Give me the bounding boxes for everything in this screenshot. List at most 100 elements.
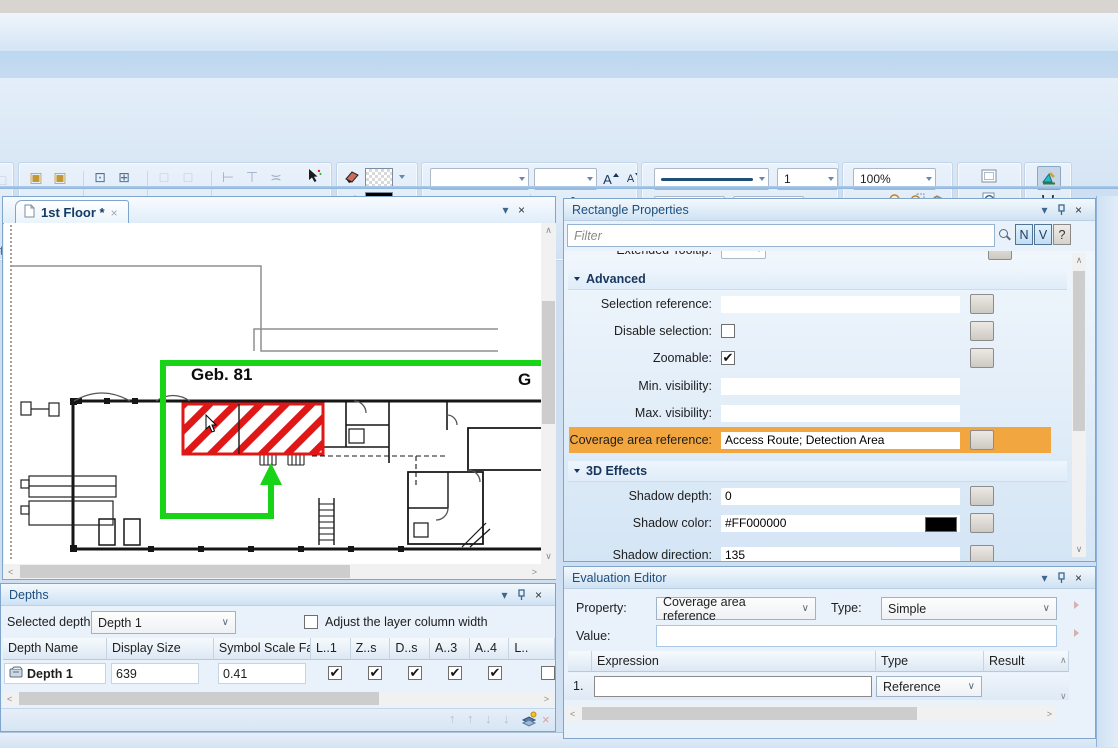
eval-scroll-right-icon[interactable]: > [1047, 709, 1052, 719]
layer-check-3[interactable]: ✔ [408, 666, 422, 680]
evaluation-close-icon[interactable]: × [1070, 570, 1087, 585]
depths-close-icon[interactable]: × [530, 587, 547, 602]
clipped-property-combo[interactable] [721, 251, 766, 259]
properties-search-icon[interactable] [999, 229, 1011, 241]
depths-hscroll-thumb[interactable] [19, 692, 379, 705]
disable-selection-eval-button[interactable] [970, 321, 994, 341]
properties-filter-input[interactable] [567, 224, 995, 247]
move-top-icon[interactable]: ↑ [449, 711, 456, 726]
col-a3[interactable]: A..3 [430, 638, 470, 660]
add-depth-icon[interactable] [521, 711, 538, 730]
canvas-scroll-left-icon[interactable]: < [8, 567, 13, 577]
properties-menu-icon[interactable]: ▾ [1036, 202, 1053, 217]
align-left-icon[interactable]: ⊢ [219, 168, 237, 186]
col-display-size[interactable]: Display Size [107, 638, 214, 660]
canvas-hscrollbar[interactable]: < > [4, 564, 541, 579]
max-visibility-input[interactable] [721, 405, 960, 422]
adjust-layer-width-checkbox[interactable]: ✔ [304, 615, 318, 629]
eval-col-result[interactable]: Result [984, 651, 1069, 672]
eval-grid-scroll-down-icon[interactable]: ∨ [1060, 691, 1067, 702]
shadow-color-swatch[interactable] [925, 517, 957, 532]
selected-depth-combo[interactable]: Depth 1∨ [91, 611, 236, 634]
shadow-depth-eval-button[interactable] [970, 486, 994, 506]
red-hatched-area[interactable] [183, 404, 323, 454]
eval-hscroll-thumb[interactable] [582, 707, 917, 720]
col-l2[interactable]: L.. [509, 638, 555, 660]
layer-check-1[interactable]: ✔ [328, 666, 342, 680]
properties-vscroll-thumb[interactable] [1073, 271, 1085, 431]
eval-expression-row[interactable]: 1. Reference∨ [564, 673, 1069, 700]
floor-plan-svg[interactable]: Geb. 81 G [4, 223, 541, 564]
shadow-direction-input[interactable] [721, 547, 960, 562]
eval-type-combo[interactable]: Simple∨ [881, 597, 1057, 620]
select-all-icon[interactable]: ⊡ [91, 168, 109, 186]
coverage-area-input[interactable] [721, 432, 960, 449]
col-a4[interactable]: A..4 [470, 638, 510, 660]
canvas-hscroll-thumb[interactable] [20, 565, 350, 578]
tab-list-dropdown-icon[interactable]: ▾ [497, 202, 514, 217]
selection-reference-eval-button[interactable] [970, 294, 994, 314]
col-l1[interactable]: L..1 [311, 638, 351, 660]
col-zs[interactable]: Z..s [351, 638, 391, 660]
depth-name-cell[interactable]: Depth 1 [4, 663, 106, 684]
properties-n-button[interactable]: N [1015, 224, 1033, 245]
eval-col-expression[interactable]: Expression [592, 651, 876, 672]
col-ds[interactable]: D..s [390, 638, 430, 660]
tab-close-icon[interactable]: × [111, 206, 118, 220]
drawing-canvas[interactable]: Geb. 81 G ∧ ∨ < > [4, 223, 556, 579]
properties-scroll-down-icon[interactable]: ∨ [1072, 544, 1086, 555]
canvas-vscroll-thumb[interactable] [542, 301, 555, 424]
properties-v-button[interactable]: V [1034, 224, 1052, 245]
pointer-mode-icon[interactable] [305, 167, 323, 188]
ungroup-icon[interactable]: □ [179, 168, 197, 186]
depths-pin-icon[interactable] [513, 587, 530, 602]
eval-value-input[interactable] [656, 625, 1057, 647]
shadow-direction-eval-button[interactable] [970, 545, 994, 561]
move-bottom-icon[interactable]: ↓ [503, 711, 510, 726]
display-size-cell[interactable]: 639 [111, 663, 199, 684]
selection-reference-input[interactable] [721, 296, 960, 313]
depths-scroll-right-icon[interactable]: > [544, 694, 549, 704]
disable-selection-checkbox[interactable]: ✔ [721, 324, 735, 338]
eval-grid-scroll-up-icon[interactable]: ∧ [1060, 655, 1067, 666]
depths-table-row[interactable]: Depth 1 639 0.41 ✔ ✔ ✔ ✔ ✔ ✔ [1, 662, 555, 688]
fill-pattern-swatch[interactable] [365, 168, 393, 187]
eval-hscrollbar[interactable]: < > [566, 706, 1056, 721]
document-close-icon[interactable]: × [513, 202, 530, 217]
send-backward-icon[interactable]: ▣ [51, 168, 69, 186]
group-icon[interactable]: □ [155, 168, 173, 186]
canvas-vscrollbar[interactable]: ∧ ∨ [541, 223, 556, 564]
canvas-scroll-right-icon[interactable]: > [532, 567, 537, 577]
evaluation-pin-icon[interactable] [1053, 570, 1070, 585]
eval-scroll-left-icon[interactable]: < [570, 709, 575, 719]
shadow-color-eval-button[interactable] [970, 513, 994, 533]
eval-expression-input[interactable] [594, 676, 872, 697]
shadow-depth-input[interactable] [721, 488, 960, 505]
layer-check-4[interactable]: ✔ [448, 666, 462, 680]
properties-scroll-up-icon[interactable]: ∧ [1072, 255, 1086, 266]
depths-hscrollbar[interactable]: < > [3, 691, 553, 706]
delete-depth-icon[interactable]: × [542, 712, 550, 727]
distribute-horizontal-icon[interactable]: ≍ [267, 168, 285, 186]
evaluation-menu-icon[interactable]: ▾ [1036, 570, 1053, 585]
clipped-property-eval-button[interactable] [988, 251, 1012, 260]
min-visibility-input[interactable] [721, 378, 960, 395]
layer-check-5[interactable]: ✔ [488, 666, 502, 680]
properties-vscrollbar[interactable]: ∧ ∨ [1072, 253, 1086, 557]
layer-check-6[interactable]: ✔ [541, 666, 555, 680]
col-depth-name[interactable]: Depth Name [3, 638, 107, 660]
properties-help-button[interactable]: ? [1053, 224, 1071, 245]
fill-dropdown-arrow[interactable] [399, 175, 405, 179]
canvas-scroll-down-icon[interactable]: ∨ [541, 551, 556, 562]
zoomable-checkbox[interactable]: ✔ [721, 351, 735, 365]
eval-property-combo[interactable]: Coverage area reference∨ [656, 597, 816, 620]
symbol-scale-factor-cell[interactable]: 0.41 [218, 663, 306, 684]
zoomable-eval-button[interactable] [970, 348, 994, 368]
depths-scroll-left-icon[interactable]: < [7, 694, 12, 704]
layer-check-2[interactable]: ✔ [368, 666, 382, 680]
transform-selection-icon[interactable]: ⊞ [115, 168, 133, 186]
page-setup-icon[interactable] [980, 167, 998, 188]
align-top-icon[interactable]: ⊤ [243, 168, 261, 186]
effects-section-header[interactable]: 3D Effects [568, 461, 1067, 482]
coverage-area-eval-button[interactable] [970, 430, 994, 450]
